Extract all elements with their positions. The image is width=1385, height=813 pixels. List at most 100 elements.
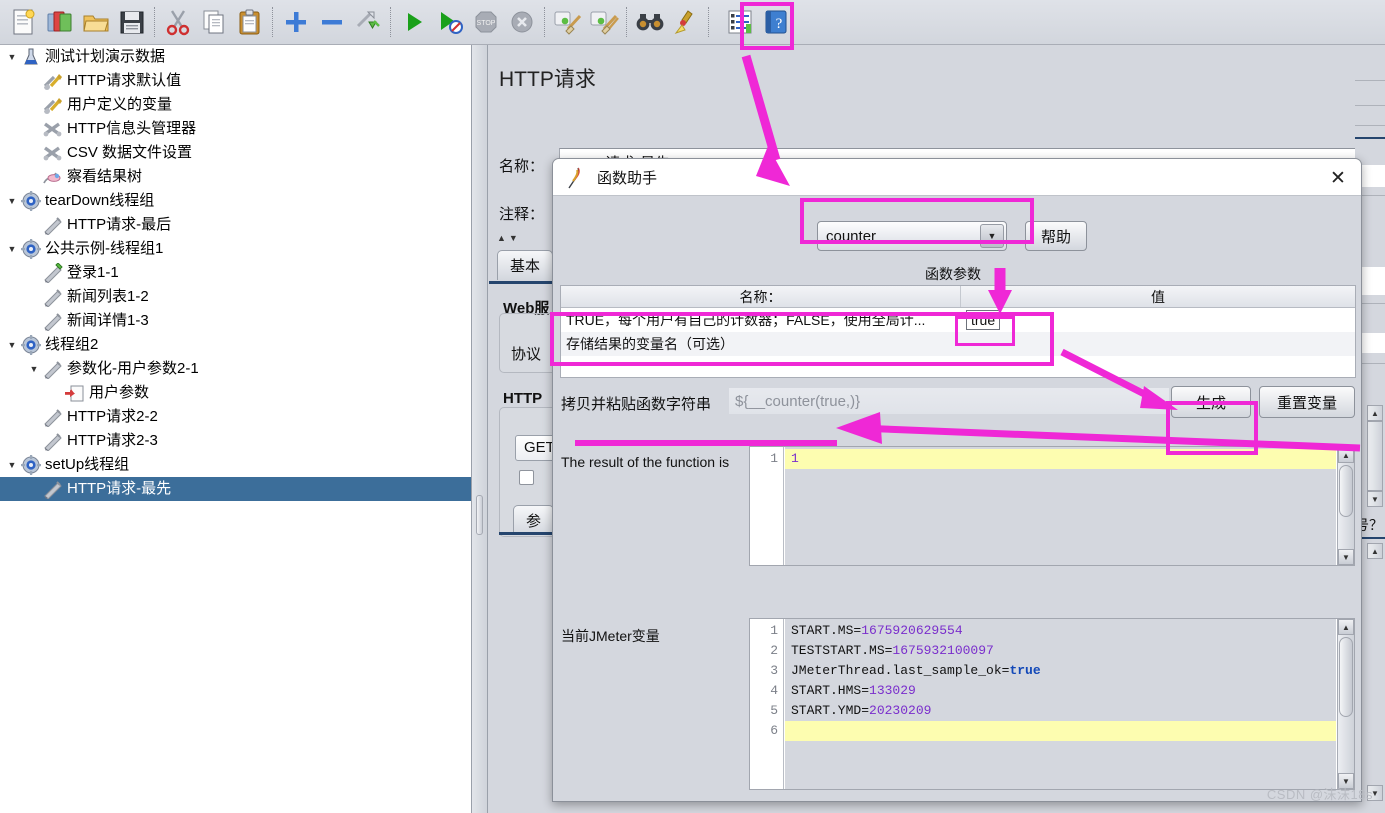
result-label: The result of the function is [561, 454, 730, 470]
tree-expand-toggle[interactable]: ▼ [4, 244, 20, 254]
reset-search-icon[interactable] [668, 3, 704, 41]
edge-scroll-down[interactable]: ▼ [1367, 491, 1383, 507]
split-divider[interactable] [472, 45, 488, 813]
tab-basic[interactable]: 基本 [497, 250, 554, 280]
edge-scroll-up-2[interactable]: ▲ [1367, 543, 1383, 559]
scroll-thumb[interactable] [1339, 637, 1353, 717]
test-plan-tree[interactable]: ▼ 测试计划演示数据 ▼ HTTP请求默认值 ▼ 用户定义的变量 ▼ HTTP信息头管理器 ▼ C… [0, 45, 472, 813]
tree-item-12[interactable]: ▼ 线程组2 [0, 333, 471, 357]
variables-code-area[interactable]: START.MS=1675920629554 TESTSTART.MS=16759… [785, 619, 1336, 789]
variables-gutter: 1 2 3 4 5 6 [750, 619, 784, 789]
scroll-up-icon[interactable]: ▲ [1338, 447, 1354, 463]
split-grip[interactable] [476, 495, 483, 535]
edge-scroll-up[interactable]: ▲ [1367, 405, 1383, 421]
tree-item-label: 登录1-1 [67, 264, 119, 281]
http-sampler-green-icon [42, 262, 64, 284]
watermark: CSDN @沫沫18s [1266, 787, 1373, 802]
paste-icon[interactable] [232, 3, 268, 41]
expand-all-icon[interactable] [278, 3, 314, 41]
tree-item-15[interactable]: ▼ HTTP请求2-2 [0, 405, 471, 429]
open-icon[interactable] [78, 3, 114, 41]
tree-item-13[interactable]: ▼ 参数化-用户参数2-1 [0, 357, 471, 381]
tree-spacer: ▼ [26, 124, 42, 134]
save-icon[interactable] [114, 3, 150, 41]
tree-expand-toggle[interactable]: ▼ [4, 52, 20, 62]
tree-item-0[interactable]: ▼ 测试计划演示数据 [0, 45, 471, 69]
start-no-pauses-icon[interactable] [432, 3, 468, 41]
tree-item-10[interactable]: ▼ 新闻列表1-2 [0, 285, 471, 309]
copy-paste-field[interactable]: ${__counter(true,)} [729, 388, 1169, 414]
stop-icon[interactable]: STOP [468, 3, 504, 41]
result-code-area[interactable]: 1 [785, 447, 1336, 565]
new-icon[interactable] [6, 3, 42, 41]
tree-item-9[interactable]: ▼ 登录1-1 [0, 261, 471, 285]
tree-item-18[interactable]: ▼ HTTP请求-最先 [0, 477, 471, 501]
jmeter-window: STOP ? ▼ 测试计划演示数据 HTTP请求默认值 用户定义的变量 HTTP… [0, 0, 1385, 813]
templates-icon[interactable] [42, 3, 78, 41]
function-helper-icon[interactable] [722, 3, 758, 41]
params-tab[interactable]: 参 [513, 505, 555, 535]
edge-scroll-thumb[interactable] [1367, 421, 1383, 491]
variable-line: JMeterThread.last_sample_ok=true [785, 661, 1336, 681]
tree-item-5[interactable]: ▼ 察看结果树 [0, 165, 471, 189]
result-scrollbar[interactable]: ▲ ▼ [1337, 447, 1354, 565]
tree-item-16[interactable]: ▼ HTTP请求2-3 [0, 429, 471, 453]
line-number: 3 [770, 663, 778, 678]
tree-item-6[interactable]: ▼ tearDown线程组 [0, 189, 471, 213]
cut-icon[interactable] [160, 3, 196, 41]
function-select[interactable]: counter ▼ [817, 221, 1007, 251]
scroll-thumb[interactable] [1339, 465, 1353, 517]
toggle-icon[interactable] [350, 3, 386, 41]
tree-item-17[interactable]: ▼ setUp线程组 [0, 453, 471, 477]
clear-all-icon[interactable] [586, 3, 622, 41]
help-button[interactable]: 帮助 [1025, 221, 1087, 251]
tree-item-8[interactable]: ▼ 公共示例-线程组1 [0, 237, 471, 261]
scroll-down-icon[interactable]: ▼ [1338, 549, 1354, 565]
tree-item-3[interactable]: ▼ HTTP信息头管理器 [0, 117, 471, 141]
tree-item-label: CSV 数据文件设置 [67, 144, 193, 161]
tree-expand-toggle[interactable]: ▼ [4, 460, 20, 470]
help-icon[interactable]: ? [758, 3, 794, 41]
result-gutter: 1 [750, 447, 784, 565]
jmeter-variables-label: 当前JMeter变量 [561, 628, 660, 644]
close-icon[interactable]: ✕ [1325, 165, 1351, 191]
copy-icon[interactable] [196, 3, 232, 41]
tab-scroll-arrows[interactable]: ▲▼ [497, 233, 521, 243]
variable-key: TESTSTART.MS= [791, 643, 893, 658]
tree-expand-toggle[interactable]: ▼ [26, 364, 42, 374]
tree-item-7[interactable]: ▼ HTTP请求-最后 [0, 213, 471, 237]
clear-icon[interactable] [550, 3, 586, 41]
http-sampler-icon [42, 479, 64, 500]
tree-spacer: ▼ [26, 220, 42, 230]
tree-item-4[interactable]: ▼ CSV 数据文件设置 [0, 141, 471, 165]
thread-group-icon [20, 335, 42, 355]
start-icon[interactable] [396, 3, 432, 41]
search-icon[interactable] [632, 3, 668, 41]
reset-variables-button[interactable]: 重置变量 [1259, 386, 1355, 418]
generate-button[interactable]: 生成 [1171, 386, 1251, 418]
scroll-up-icon[interactable]: ▲ [1338, 619, 1354, 635]
collapse-all-icon[interactable] [314, 3, 350, 41]
chevron-down-icon[interactable]: ▼ [980, 224, 1004, 248]
tree-item-2[interactable]: ▼ 用户定义的变量 [0, 93, 471, 117]
result-code-box[interactable]: 1 1 ▲ ▼ [749, 446, 1355, 566]
view-results-tree-icon [42, 167, 64, 187]
tree-item-1[interactable]: ▼ HTTP请求默认值 [0, 69, 471, 93]
tree-item-14[interactable]: ▼ 用户参数 [0, 381, 471, 405]
arg-value-0[interactable]: true [966, 310, 1001, 330]
arg-value-cell-0[interactable]: true [961, 310, 1355, 330]
shutdown-icon[interactable] [504, 3, 540, 41]
tree-expand-toggle[interactable]: ▼ [4, 340, 20, 350]
tree-item-label: setUp线程组 [45, 456, 130, 473]
variables-scrollbar[interactable]: ▲ ▼ [1337, 619, 1354, 789]
table-row[interactable]: 存储结果的变量名（可选） [561, 332, 1355, 356]
jmeter-variables-box[interactable]: 123456 START.MS=1675920629554 TESTSTART.M… [749, 618, 1355, 790]
tree-item-11[interactable]: ▼ 新闻详情1-3 [0, 309, 471, 333]
table-row[interactable]: TRUE，每个用户有自己的计数器；FALSE，使用全局计... true [561, 308, 1355, 332]
jmeter-feather-icon [565, 166, 585, 189]
variable-key: START.MS= [791, 623, 862, 638]
function-helper-dialog[interactable]: 函数助手 ✕ counter ▼ 帮助 函数参数 名称： 值 TRUE，每个用户… [552, 158, 1362, 802]
tree-expand-toggle[interactable]: ▼ [4, 196, 20, 206]
function-args-table[interactable]: 名称： 值 TRUE，每个用户有自己的计数器；FALSE，使用全局计... tr… [560, 285, 1356, 378]
redirect-checkbox[interactable] [519, 470, 534, 485]
